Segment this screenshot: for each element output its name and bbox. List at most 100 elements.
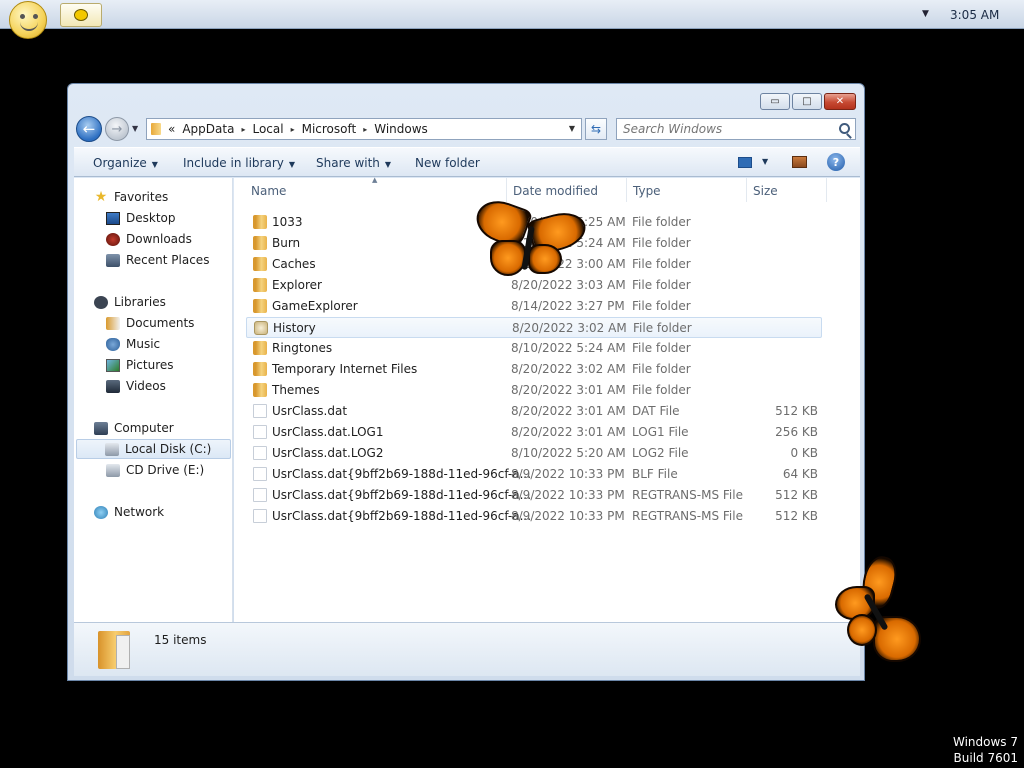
- nav-label: Computer: [114, 421, 174, 435]
- file-name: Themes: [272, 383, 320, 397]
- new-folder-button[interactable]: New folder: [415, 156, 480, 170]
- nav-label: Desktop: [126, 211, 176, 225]
- table-row[interactable]: Temporary Internet Files 8/20/2022 3:02 A…: [246, 359, 822, 380]
- search-box[interactable]: [616, 118, 856, 140]
- nav-downloads[interactable]: Downloads: [106, 229, 192, 249]
- file-size: 512 KB: [775, 404, 818, 418]
- libraries-icon: [94, 295, 108, 309]
- table-row[interactable]: UsrClass.dat.LOG1 8/20/2022 3:01 AM LOG1 F…: [246, 422, 822, 443]
- column-header-type[interactable]: Type: [627, 178, 747, 202]
- music-icon: [106, 337, 120, 351]
- breadcrumb-windows[interactable]: Windows: [374, 122, 428, 136]
- nav-label: Local Disk (C:): [125, 442, 212, 456]
- column-header-name[interactable]: Name ▲: [234, 176, 507, 202]
- address-bar[interactable]: « AppData ▸ Local ▸ Microsoft ▸ Windows …: [146, 118, 582, 140]
- minimize-button[interactable]: ▭: [760, 93, 790, 110]
- file-name: Temporary Internet Files: [272, 362, 418, 376]
- tray-chevron-icon[interactable]: ▼: [922, 9, 929, 19]
- file-name: Ringtones: [272, 341, 333, 355]
- nav-documents[interactable]: Documents: [106, 313, 194, 333]
- view-options-dropdown-icon[interactable]: ▼: [762, 157, 768, 166]
- file-date: 8/20/2022 3:03 AM: [511, 278, 626, 292]
- downloads-icon: [106, 232, 120, 246]
- close-button[interactable]: ✕: [824, 93, 856, 110]
- share-with-button[interactable]: Share with ▼: [316, 156, 391, 170]
- nav-libraries[interactable]: Libraries: [94, 292, 166, 312]
- column-label: Name: [251, 184, 287, 198]
- preview-pane-icon[interactable]: [792, 156, 807, 168]
- computer-icon: [94, 421, 108, 435]
- nav-desktop[interactable]: Desktop: [106, 208, 176, 228]
- search-input[interactable]: [617, 119, 827, 139]
- taskbar-clock[interactable]: 3:05 AM: [950, 8, 999, 22]
- breadcrumb-separator-icon[interactable]: ▸: [363, 125, 367, 134]
- file-type: LOG1 File: [632, 425, 689, 439]
- videos-icon: [106, 379, 120, 393]
- nav-computer[interactable]: Computer: [94, 418, 174, 438]
- folder-icon: [98, 631, 130, 669]
- file-name: UsrClass.dat: [272, 404, 348, 418]
- cd-drive-icon: [106, 463, 120, 477]
- file-name: Caches: [272, 257, 316, 271]
- nav-pictures[interactable]: Pictures: [106, 355, 174, 375]
- folder-icon: [253, 236, 267, 250]
- smiley-orb-icon[interactable]: [9, 1, 47, 39]
- breadcrumb-separator-icon[interactable]: ▸: [291, 125, 295, 134]
- back-button[interactable]: ←: [76, 116, 102, 142]
- chevron-down-icon: ▼: [288, 160, 296, 169]
- nav-music[interactable]: Music: [106, 334, 160, 354]
- command-bar: Organize ▼ Include in library ▼ Share with…: [74, 147, 860, 177]
- organize-button[interactable]: Organize ▼: [93, 156, 158, 170]
- nav-label: Documents: [126, 316, 195, 330]
- file-size: 512 KB: [775, 509, 818, 523]
- nav-videos[interactable]: Videos: [106, 376, 166, 396]
- table-row[interactable]: History 8/20/2022 3:02 AM File folder: [246, 317, 822, 338]
- file-type: File folder: [632, 215, 691, 229]
- chevron-down-icon: ▼: [151, 160, 158, 169]
- breadcrumb-separator-icon[interactable]: ▸: [241, 125, 245, 134]
- file-date: 8/9/2022 10:33 PM: [511, 488, 625, 502]
- nav-cd-drive[interactable]: CD Drive (E:): [106, 460, 204, 480]
- history-folder-icon: [254, 321, 268, 335]
- column-header-size[interactable]: Size: [747, 178, 827, 202]
- nav-network[interactable]: Network: [94, 502, 164, 522]
- change-view-icon[interactable]: [738, 157, 752, 168]
- include-in-library-button[interactable]: Include in library ▼: [183, 156, 295, 170]
- nav-local-disk[interactable]: Local Disk (C:): [76, 439, 231, 459]
- help-icon[interactable]: ?: [827, 153, 845, 171]
- breadcrumb-local[interactable]: Local: [252, 122, 283, 136]
- folder-icon: [253, 383, 267, 397]
- table-row[interactable]: UsrClass.dat{9bff2b69-188d-11ed-96cf-a..…: [246, 464, 822, 485]
- forward-button[interactable]: →: [105, 117, 129, 141]
- navigation-pane: ★ Favorites Desktop Downloads Recent Plac…: [74, 178, 233, 622]
- breadcrumb-microsoft[interactable]: Microsoft: [302, 122, 357, 136]
- maximize-button[interactable]: □: [792, 93, 822, 110]
- nav-favorites[interactable]: ★ Favorites: [94, 187, 169, 207]
- folder-icon: [253, 215, 267, 229]
- file-type: File folder: [632, 362, 691, 376]
- table-row[interactable]: Themes 8/20/2022 3:01 AM File folder: [246, 380, 822, 401]
- taskbar-app-button[interactable]: [60, 3, 102, 27]
- watermark-line: Build 7601: [953, 751, 1018, 765]
- table-row[interactable]: UsrClass.dat{9bff2b69-188d-11ed-96cf-a..…: [246, 506, 822, 527]
- table-row[interactable]: UsrClass.dat{9bff2b69-188d-11ed-96cf-a..…: [246, 485, 822, 506]
- table-row[interactable]: UsrClass.dat 8/20/2022 3:01 AM DAT File 512…: [246, 401, 822, 422]
- item-count: 15 items: [154, 633, 207, 647]
- search-icon[interactable]: [839, 123, 850, 134]
- refresh-button[interactable]: ⇆: [585, 118, 607, 140]
- file-type: File folder: [632, 299, 691, 313]
- recent-pages-dropdown-icon[interactable]: ▼: [132, 124, 138, 133]
- table-row[interactable]: UsrClass.dat.LOG2 8/10/2022 5:20 AM LOG2 F…: [246, 443, 822, 464]
- file-type: LOG2 File: [632, 446, 689, 460]
- table-row[interactable]: Ringtones 8/10/2022 5:24 AM File folder: [246, 338, 822, 359]
- file-type: REGTRANS-MS File: [632, 509, 743, 523]
- address-dropdown-icon[interactable]: ▼: [569, 124, 575, 133]
- folder-icon: [253, 257, 267, 271]
- file-date: 8/9/2022 10:33 PM: [511, 467, 625, 481]
- nav-recent-places[interactable]: Recent Places: [106, 250, 209, 270]
- file-size: 0 KB: [790, 446, 818, 460]
- table-row[interactable]: GameExplorer 8/14/2022 3:27 PM File folder: [246, 296, 822, 317]
- file-name: Explorer: [272, 278, 322, 292]
- breadcrumb-overflow[interactable]: «: [168, 122, 175, 136]
- breadcrumb-appdata[interactable]: AppData: [182, 122, 234, 136]
